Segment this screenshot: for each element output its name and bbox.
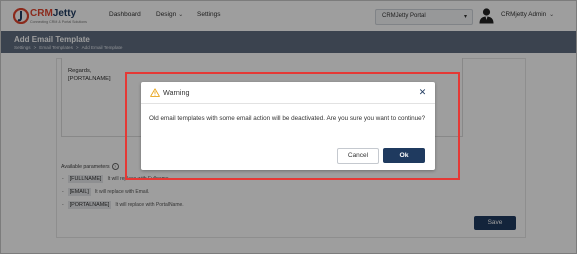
highlight-box xyxy=(125,72,460,180)
